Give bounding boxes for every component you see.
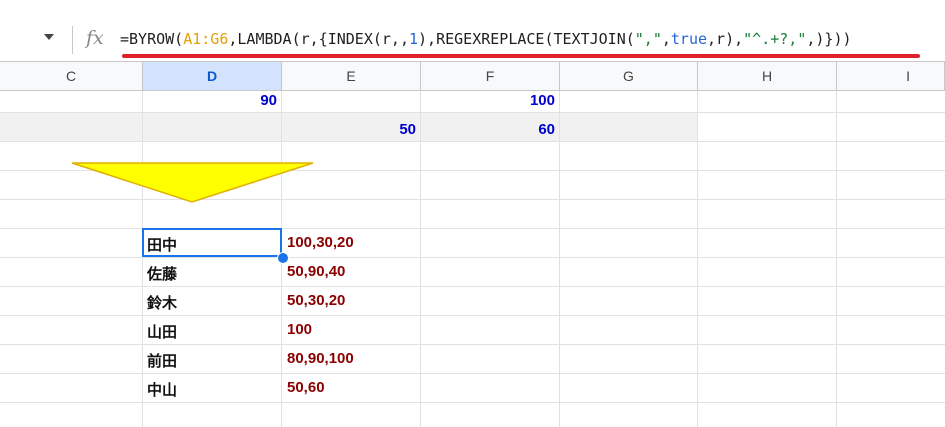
result-values-cell[interactable]: 100,30,20 — [287, 234, 354, 251]
formula-token-str: "," — [634, 30, 662, 48]
formula-bar: fx =BYROW(A1:G6,LAMBDA(r,{INDEX(r,,1),RE… — [0, 0, 945, 60]
result-name-cell[interactable]: 山田 — [147, 321, 177, 342]
result-name-cell[interactable]: 中山 — [147, 379, 177, 400]
column-header-h[interactable]: H — [698, 61, 837, 91]
cell-e2[interactable]: 50 — [282, 121, 416, 138]
formula-token-plain: ,r), — [707, 30, 744, 48]
formula-token-plain: , — [661, 30, 671, 48]
result-values-cell[interactable]: 50,60 — [287, 379, 325, 396]
fx-icon: fx — [86, 27, 104, 49]
formula-token-plain: ,)})) — [806, 30, 852, 48]
column-header-g[interactable]: G — [560, 61, 698, 91]
selected-cell-border[interactable] — [142, 228, 282, 257]
divider — [72, 26, 73, 54]
formula-token-range: A1:G6 — [183, 30, 229, 48]
formula-highlight-underline — [122, 54, 920, 58]
cell-f1[interactable]: 100 — [421, 92, 555, 109]
formula-token-plain: =BYROW( — [120, 30, 184, 48]
column-header-c[interactable]: C — [0, 61, 143, 91]
formula-token-str: "^.+?," — [743, 30, 807, 48]
result-name-cell[interactable]: 佐藤 — [147, 263, 177, 284]
result-values-cell[interactable]: 50,90,40 — [287, 263, 345, 280]
fill-handle[interactable] — [277, 252, 289, 264]
column-header-e[interactable]: E — [282, 61, 421, 91]
result-name-cell[interactable]: 鈴木 — [147, 292, 177, 313]
cell-f2[interactable]: 60 — [421, 121, 555, 138]
column-header-f[interactable]: F — [421, 61, 560, 91]
formula-token-bool: true — [670, 30, 708, 48]
formula-token-plain: ),REGEXREPLACE(TEXTJOIN( — [418, 30, 635, 48]
formula-token-plain: ,LAMBDA(r,{INDEX(r,, — [228, 30, 409, 48]
down-arrow-icon — [71, 162, 314, 203]
chevron-down-icon[interactable] — [44, 34, 54, 40]
formula-token-num: 1 — [409, 30, 419, 48]
result-values-cell[interactable]: 80,90,100 — [287, 350, 354, 367]
result-name-cell[interactable]: 前田 — [147, 350, 177, 371]
column-header-i[interactable]: I — [837, 61, 945, 91]
cell-d1[interactable]: 90 — [143, 92, 277, 109]
formula-input[interactable]: =BYROW(A1:G6,LAMBDA(r,{INDEX(r,,1),REGEX… — [120, 30, 852, 48]
result-values-cell[interactable]: 50,30,20 — [287, 292, 345, 309]
column-header-d[interactable]: D — [143, 61, 282, 91]
result-values-cell[interactable]: 100 — [287, 321, 312, 338]
